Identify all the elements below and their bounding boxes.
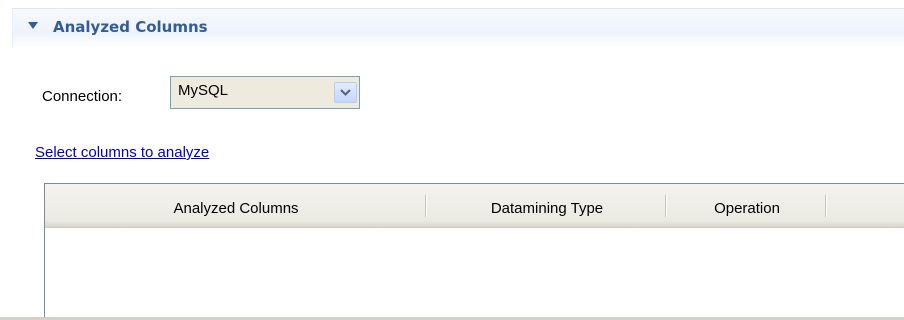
connection-value: MySQL [178, 82, 229, 99]
analyzed-columns-table: Analyzed Columns Datamining Type Operati… [44, 183, 904, 320]
dropdown-button[interactable] [334, 82, 357, 103]
column-header-label: Operation [714, 200, 780, 217]
column-header-label: Analyzed Columns [173, 200, 299, 217]
select-columns-link[interactable]: Select columns to analyze [35, 144, 209, 161]
chevron-down-icon [340, 89, 351, 96]
table-header: Analyzed Columns Datamining Type Operati… [45, 184, 904, 228]
connection-select[interactable]: MySQL [170, 76, 360, 109]
column-header-operation[interactable]: Operation [667, 184, 827, 227]
column-header-filler [827, 184, 904, 227]
connection-label: Connection: [42, 88, 123, 105]
section-header[interactable]: Analyzed Columns [12, 8, 904, 48]
triangle-down-icon[interactable] [28, 22, 38, 29]
column-header-analyzed-columns[interactable]: Analyzed Columns [45, 184, 427, 227]
table-body[interactable] [45, 228, 904, 320]
column-header-label: Datamining Type [490, 200, 604, 217]
section-title: Analyzed Columns [53, 18, 208, 36]
column-header-datamining-type[interactable]: Datamining Type [427, 184, 667, 227]
